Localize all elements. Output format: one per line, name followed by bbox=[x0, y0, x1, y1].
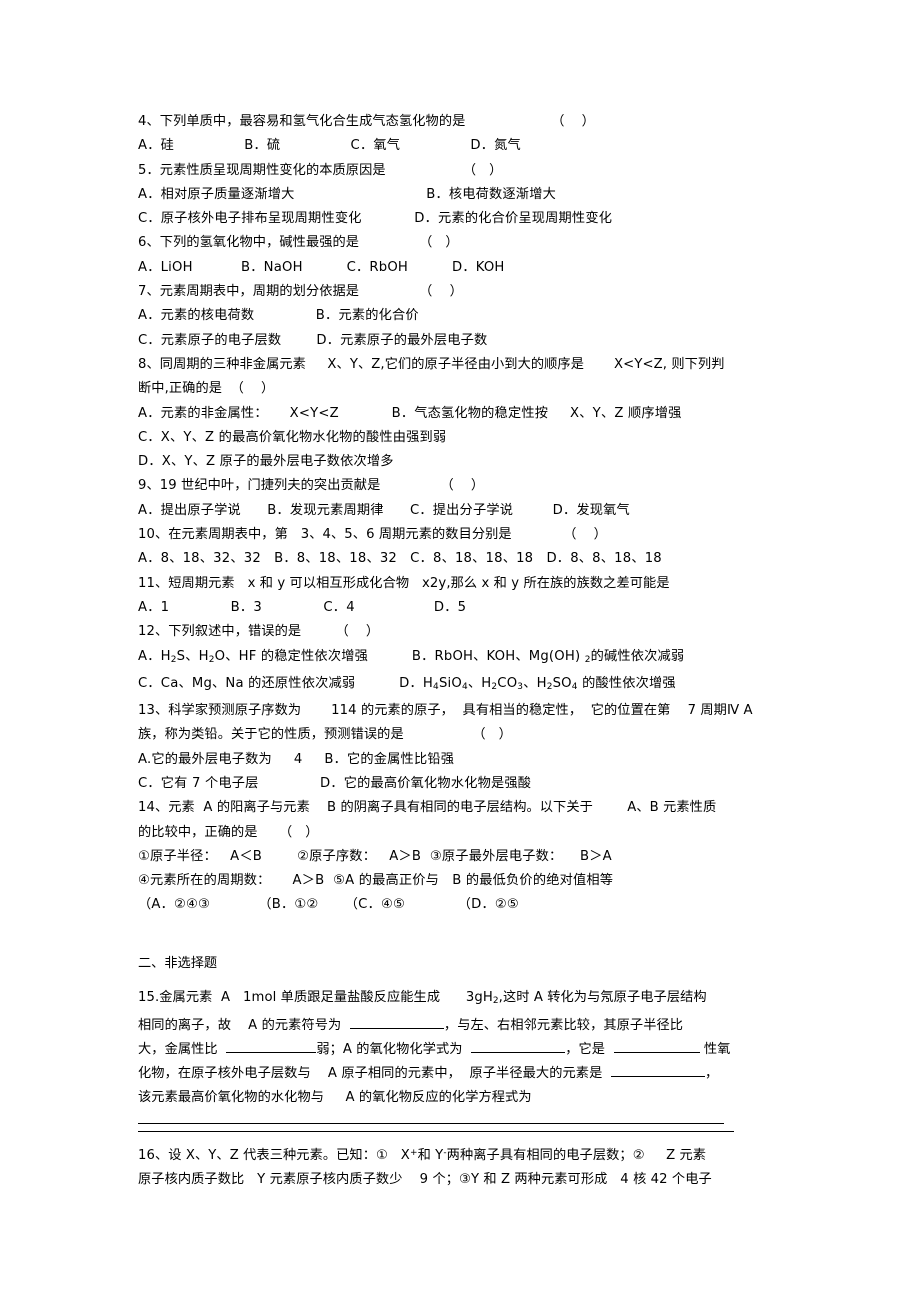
question-14-answer-choices: （A．②④③ （B．①② （C．④⑤ （D．②⑤ bbox=[138, 897, 519, 913]
question-8-option-a: A．元素的非金属性： X<Y<Z B．气态氢化物的稳定性按 X、Y、Z 顺序增强 bbox=[138, 405, 682, 421]
question-7-option-a: A．元素的核电荷数 B．元素的化合价 bbox=[138, 308, 419, 324]
q15-line4-pre: 化物，在原子核外电子层数与 A 原子相同的元素中， 原子半径最大的元素是 bbox=[138, 1066, 611, 1082]
question-15-line4: 化物，在原子核外电子层数与 A 原子相同的元素中， 原子半径最大的元素是 ， bbox=[138, 1062, 790, 1086]
q16-line1-post: 两种离子具有相同的电子层数；② Z 元素 bbox=[446, 1147, 707, 1163]
answer-blank[interactable] bbox=[471, 1051, 566, 1053]
q16-line1-pre: 16、设 X、Y、Z 代表三种元素。已知：① X bbox=[138, 1147, 410, 1163]
document-body: 4、下列单质中，最容易和氢气化合生成气态氢化物的是 （ ） A．硅 B．硫 C．… bbox=[138, 110, 790, 1192]
q15-line3-mid1: 弱；A 的氧化物化学式为 bbox=[316, 1041, 472, 1057]
question-13-option-a: A.它的最外层电子数为 4 B．它的金属性比铅强 bbox=[138, 751, 455, 767]
q15-line3-pre: 大，金属性比 bbox=[138, 1041, 227, 1057]
question-10-options: A．8、18、32、32 B．8、18、18、32 C．8、18、18、18 D… bbox=[138, 551, 662, 567]
question-16-line2: 原子核内质子数比 Y 元素原子核内质子数少 9 个；③Y 和 Z 两种元素可形成… bbox=[138, 1171, 712, 1187]
question-13-option-c: C．它有 7 个电子层 D．它的最高价氧化物水化物是强酸 bbox=[138, 775, 532, 791]
question-14-statements-line1: ①原子半径： A＜B ②原子序数： A＞B ③原子最外层电子数： B＞A bbox=[138, 848, 612, 864]
answer-blank[interactable] bbox=[349, 1027, 444, 1029]
question-8-stem-line2: 断中,正确的是 （ ） bbox=[138, 381, 275, 397]
question-13-stem-line2: 族，称为类铅。关于它的性质，预测错误的是 （ ） bbox=[138, 727, 512, 743]
question-15-line5: 该元素最高价氧化物的水化物与 A 的氧化物反应的化学方程式为 bbox=[138, 1090, 532, 1106]
question-13-stem-line1: 13、科学家预测原子序数为 114 的元素的原子， 具有相当的稳定性， 它的位置… bbox=[138, 703, 753, 719]
q16-x-plus-superscript: + bbox=[409, 1147, 418, 1158]
question-9-stem: 9、19 世纪中叶，门捷列夫的突出贡献是 （ ） bbox=[138, 478, 485, 494]
question-6-stem: 6、下列的氢氧化物中，碱性最强的是 （ ） bbox=[138, 235, 459, 251]
q15-line1-post: ,这时 A 转化为与氖原子电子层结构 bbox=[498, 990, 707, 1006]
question-12-option-c: C．Ca、Mg、Na 的还原性依次减弱 D．H4SiO4、H2CO3、H2SO4… bbox=[138, 675, 676, 692]
question-4-stem: 4、下列单质中，最容易和氢气化合生成气态氢化物的是 （ ） bbox=[138, 114, 595, 129]
question-15-line3: 大，金属性比 弱；A 的氧化物化学式为 ，它是 性氧 bbox=[138, 1038, 790, 1062]
section-divider-rule bbox=[138, 1130, 734, 1132]
question-7-stem: 7、元素周期表中，周期的划分依据是 （ ） bbox=[138, 284, 463, 300]
q15-line3-post: 性氧 bbox=[699, 1041, 731, 1057]
question-8-option-d: D．X、Y、Z 原子的最外层电子数依次增多 bbox=[138, 454, 394, 470]
question-12-stem: 12、下列叙述中，错误的是 （ ） bbox=[138, 624, 380, 640]
question-4-options: A．硅 B．硫 C．氧气 D．氮气 bbox=[138, 138, 521, 154]
q16-line1-mid: 和 Y bbox=[417, 1147, 444, 1163]
question-14-stem-line2: 的比较中，正确的是 （ ） bbox=[138, 824, 319, 840]
q15-line4-post: ， bbox=[704, 1066, 719, 1082]
question-11-options: A．1 B．3 C．4 D．5 bbox=[138, 599, 467, 615]
q15-line2-pre: 相同的离子，故 A 的元素符号为 bbox=[138, 1017, 350, 1033]
answer-blank[interactable] bbox=[613, 1051, 700, 1053]
question-11-stem: 11、短周期元素 x 和 y 可以相互形成化合物 x2y,那么 x 和 y 所在… bbox=[138, 575, 670, 591]
question-12-option-a: A．H2S、H2O、HF 的稳定性依次增强 B．RbOH、KOH、Mg(OH) … bbox=[138, 648, 685, 665]
question-5-option-c: C．原子核外电子排布呈现周期性变化 D．元素的化合价呈现周期性变化 bbox=[138, 211, 613, 227]
question-5-stem: 5．元素性质呈现周期性变化的本质原因是 （ ） bbox=[138, 162, 503, 178]
question-6-options: A．LiOH B．NaOH C．RbOH D．KOH bbox=[138, 259, 505, 275]
question-16-line1: 16、设 X、Y、Z 代表三种元素。已知：① X+和 Y-两种离子具有相同的电子… bbox=[138, 1141, 790, 1168]
question-14-stem-line1: 14、元素 A 的阳离子与元素 B 的阴离子具有相同的电子层结构。以下关于 A、… bbox=[138, 800, 717, 816]
q15-line3-mid2: ，它是 bbox=[565, 1041, 614, 1057]
question-15-line1: 15.金属元素 A 1mol 单质跟足量盐酸反应能生成 3gH2,这时 A 转化… bbox=[138, 986, 790, 1013]
answer-rule bbox=[138, 1122, 724, 1124]
question-8-option-c: C．X、Y、Z 的最高价氧化物水化物的酸性由强到弱 bbox=[138, 429, 447, 445]
question-9-options: A．提出原子学说 B．发现元素周期律 C．提出分子学说 D．发现氧气 bbox=[138, 502, 630, 518]
answer-blank[interactable] bbox=[226, 1051, 317, 1053]
question-5-option-a: A．相对原子质量逐渐增大 B．核电荷数逐渐增大 bbox=[138, 186, 556, 202]
q15-line2-post: ，与左、右相邻元素比较，其原子半径比 bbox=[443, 1017, 684, 1033]
question-15-line2: 相同的离子，故 A 的元素符号为 ，与左、右相邻元素比较，其原子半径比 bbox=[138, 1014, 790, 1038]
question-7-option-c: C．元素原子的电子层数 D．元素原子的最外层电子数 bbox=[138, 332, 488, 348]
document-page: 4、下列单质中，最容易和氢气化合生成气态氢化物的是 （ ） A．硅 B．硫 C．… bbox=[0, 0, 920, 1303]
section-two-heading: 二、非选择题 bbox=[138, 956, 218, 972]
q15-line1-pre: 15.金属元素 A 1mol 单质跟足量盐酸反应能生成 3gH bbox=[138, 990, 493, 1006]
question-10-stem: 10、在元素周期表中，第 3、4、5、6 周期元素的数目分别是 （ ） bbox=[138, 527, 607, 543]
question-14-statements-line2: ④元素所在的周期数： A＞B ⑤A 的最高正价与 B 的最低负价的绝对值相等 bbox=[138, 873, 614, 889]
question-8-stem-line1: 8、同周期的三种非金属元素 X、Y、Z,它们的原子半径由小到大的顺序是 X<Y<… bbox=[138, 356, 725, 372]
answer-blank[interactable] bbox=[610, 1076, 705, 1078]
